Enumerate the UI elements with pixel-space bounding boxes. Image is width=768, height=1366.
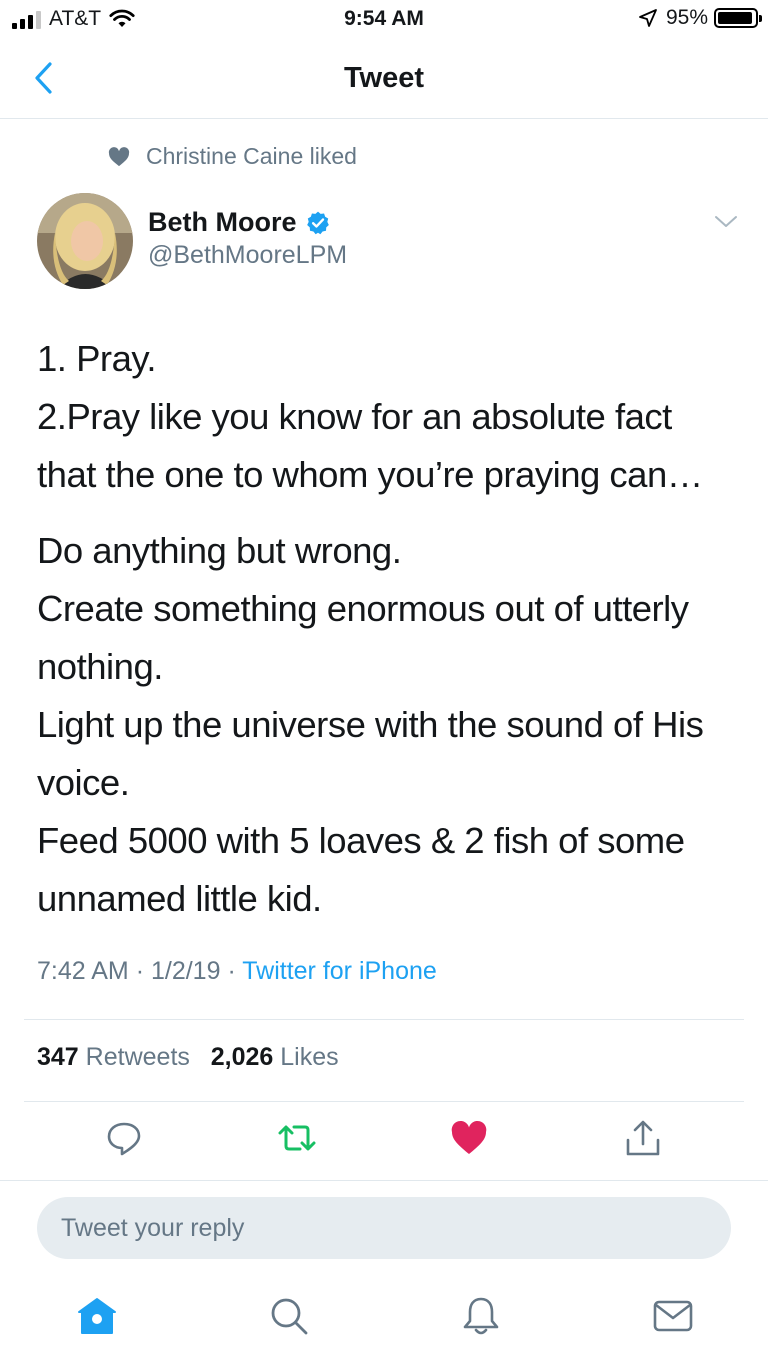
mail-icon <box>653 1300 693 1332</box>
tweet-stats: 347 Retweets 2,026 Likes <box>37 1043 339 1072</box>
avatar-image <box>37 193 133 289</box>
author-handle[interactable]: @BethMooreLPM <box>148 241 347 270</box>
retweets-stat[interactable]: 347 Retweets <box>37 1043 190 1071</box>
reply-button[interactable] <box>106 1118 142 1163</box>
tab-search[interactable] <box>268 1295 310 1342</box>
likes-stat[interactable]: 2,026 Likes <box>211 1043 339 1071</box>
share-icon <box>626 1120 660 1156</box>
retweets-count: 347 <box>37 1043 79 1071</box>
reply-placeholder: Tweet your reply <box>61 1214 245 1242</box>
tweet-text: 1. Pray. 2.Pray like you know for an abs… <box>37 330 737 928</box>
retweets-label: Retweets <box>85 1043 190 1071</box>
home-icon <box>78 1298 116 1334</box>
tweet-line: Create something enormous out of utterly… <box>37 588 689 687</box>
divider <box>24 1101 744 1102</box>
author-name-row[interactable]: Beth Moore <box>148 207 331 238</box>
likes-label: Likes <box>280 1043 339 1071</box>
retweet-button[interactable] <box>276 1118 318 1163</box>
tweet-line: Light up the universe with the sound of … <box>37 704 704 803</box>
search-icon <box>271 1298 308 1335</box>
tweet-date: 1/2/19 <box>150 957 221 985</box>
meta-separator: · <box>227 957 236 985</box>
retweet-icon <box>278 1125 316 1151</box>
bell-icon <box>463 1297 499 1335</box>
page-title: Tweet <box>343 62 425 94</box>
chevron-down-icon <box>715 216 737 227</box>
tab-messages[interactable] <box>652 1295 694 1342</box>
social-context-label: Christine Caine liked <box>146 143 357 169</box>
likes-count: 2,026 <box>210 1043 274 1071</box>
avatar[interactable] <box>37 193 133 289</box>
tweet-source-link[interactable]: Twitter for iPhone <box>242 957 437 985</box>
tab-home[interactable] <box>76 1295 118 1342</box>
heart-icon <box>108 146 130 166</box>
nav-bar: Tweet <box>0 40 768 119</box>
tweet-actions <box>0 1118 768 1168</box>
status-right: 95% <box>638 6 762 30</box>
tweet-line: Feed 5000 with 5 loaves & 2 fish of some… <box>37 820 685 919</box>
like-button[interactable] <box>450 1118 488 1163</box>
tweet-line: 2.Pray like you know for an absolute fac… <box>37 396 703 495</box>
tab-notifications[interactable] <box>460 1295 502 1342</box>
social-context: Christine Caine liked <box>108 143 357 170</box>
battery-percent: 95% <box>665 6 708 29</box>
tweet-line: Do anything but wrong. <box>37 530 402 571</box>
tweet-line: 1. Pray. <box>37 338 157 379</box>
reply-icon <box>107 1122 141 1156</box>
verified-badge-icon <box>306 211 329 234</box>
status-bar: AT&T 9:54 AM 95% <box>0 0 768 40</box>
tweet-time: 7:42 AM <box>37 957 129 985</box>
reply-input[interactable]: Tweet your reply <box>37 1197 731 1259</box>
battery-icon <box>714 8 762 28</box>
share-button[interactable] <box>624 1118 662 1163</box>
location-arrow-icon <box>639 9 657 27</box>
tab-bar <box>0 1295 768 1345</box>
meta-separator: · <box>135 957 145 985</box>
author-name: Beth Moore <box>148 207 297 237</box>
heart-filled-icon <box>451 1120 487 1154</box>
tweet-meta: 7:42 AM · 1/2/19 · Twitter for iPhone <box>37 957 437 986</box>
tweet-options-button[interactable] <box>714 214 738 235</box>
divider <box>24 1019 744 1020</box>
